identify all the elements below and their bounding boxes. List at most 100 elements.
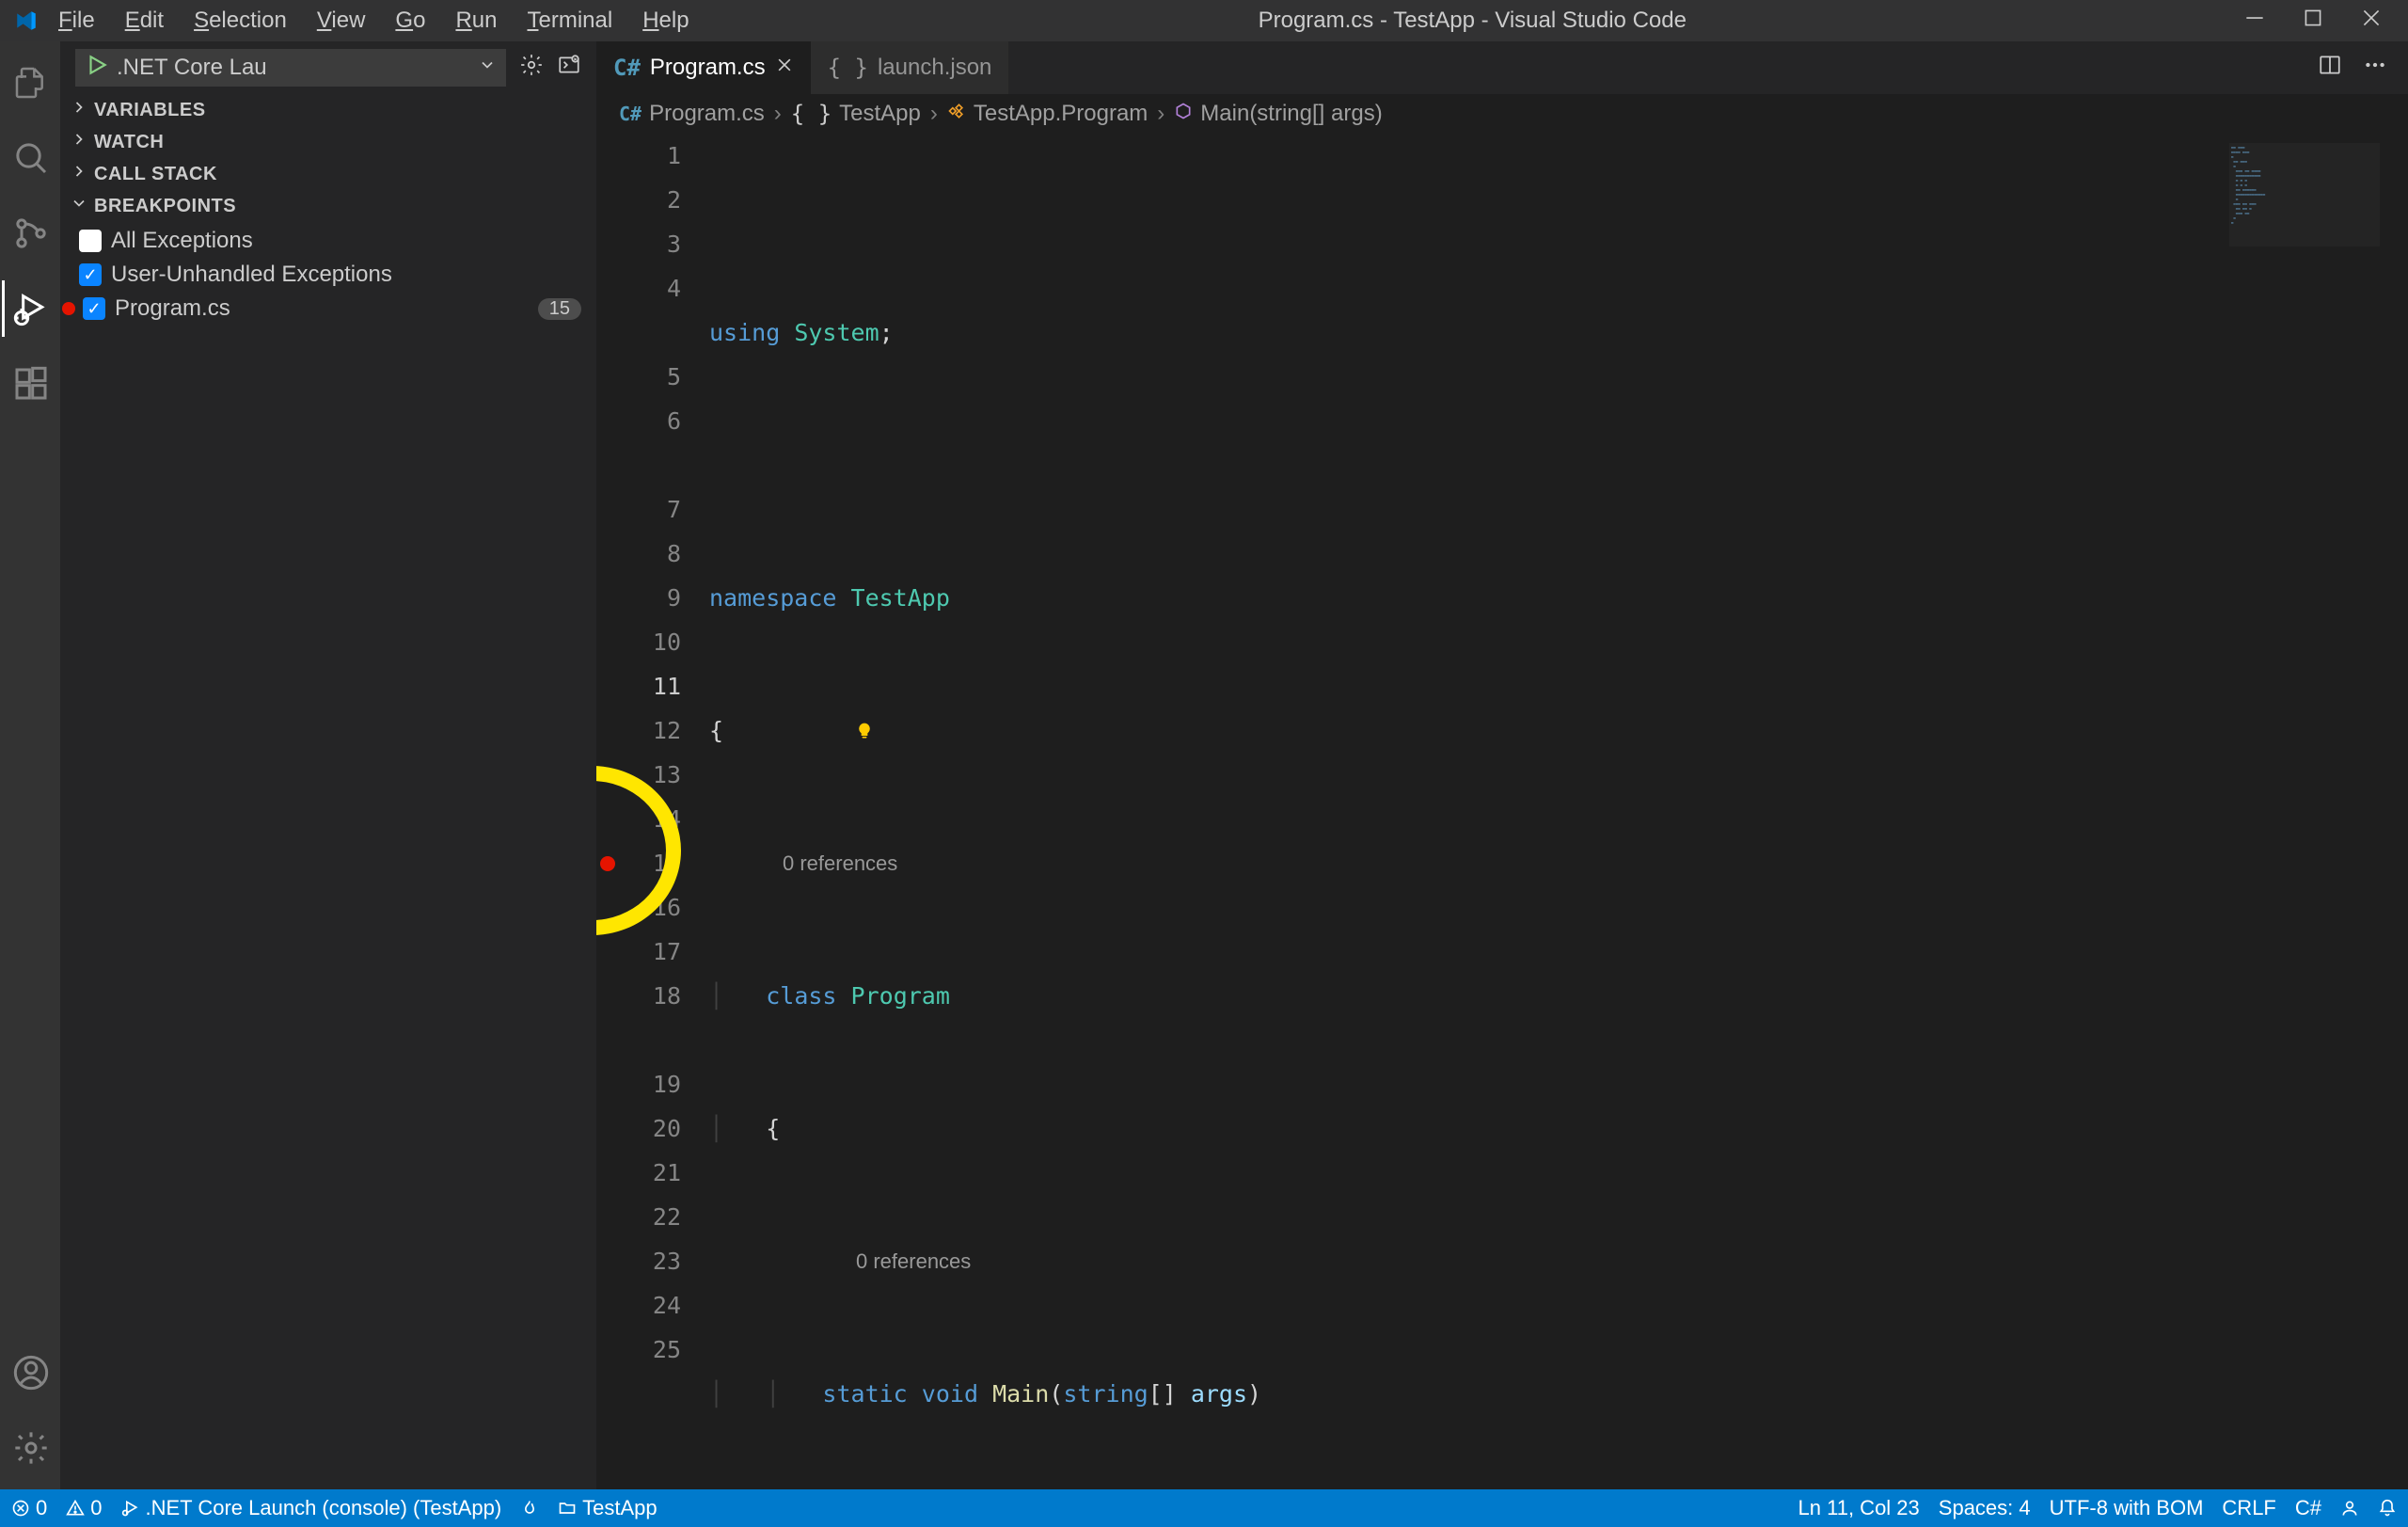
chevron-down-icon: [478, 55, 497, 81]
close-icon[interactable]: [775, 55, 794, 81]
breakpoint-dot-icon[interactable]: [600, 856, 615, 871]
split-editor-icon[interactable]: [2318, 53, 2342, 84]
status-feedback-icon[interactable]: [2340, 1499, 2359, 1518]
breadcrumb-method-label: Main(string[] args): [1200, 101, 1382, 127]
method-icon: [1174, 101, 1193, 127]
debug-config-select[interactable]: .NET Core Lau: [75, 49, 506, 87]
editor-group: C# Program.cs { } launch.json: [596, 41, 2408, 1489]
status-folder-label: TestApp: [582, 1496, 657, 1520]
breakpoint-user-unhandled[interactable]: ✓ User-Unhandled Exceptions: [60, 258, 596, 292]
breadcrumb-file[interactable]: C# Program.cs: [619, 101, 765, 127]
section-breakpoints-label: BREAKPOINTS: [94, 196, 236, 217]
status-flame-icon[interactable]: [520, 1499, 539, 1518]
activity-extensions-icon[interactable]: [2, 359, 60, 408]
codelens-label[interactable]: 0 references: [856, 1239, 971, 1283]
status-warnings[interactable]: 0: [66, 1496, 102, 1520]
debug-console-icon[interactable]: [557, 53, 581, 84]
status-eol[interactable]: CRLF: [2222, 1496, 2275, 1520]
status-cursor[interactable]: Ln 11, Col 23: [1798, 1496, 1920, 1520]
chevron-right-icon: [70, 162, 88, 186]
lightbulb-icon[interactable]: [719, 667, 874, 800]
activity-settings-icon[interactable]: [2, 1424, 60, 1472]
gutter[interactable]: 1 2 3 4 5 6 7 8 9 10 11 12 13 14 15 16 1…: [596, 134, 700, 1489]
activity-source-control-icon[interactable]: [2, 209, 60, 258]
start-debugging-icon: [85, 53, 109, 84]
status-bar: 0 0 .NET Core Launch (console) (TestApp)…: [0, 1489, 2408, 1527]
section-callstack[interactable]: CALL STACK: [60, 158, 596, 190]
vscode-logo-icon: [8, 8, 45, 33]
status-spaces[interactable]: Spaces: 4: [1939, 1496, 2031, 1520]
breadcrumb-file-label: Program.cs: [649, 101, 765, 127]
activity-run-debug-icon[interactable]: [2, 284, 60, 333]
tabs-row: C# Program.cs { } launch.json: [596, 41, 2408, 94]
activity-search-icon[interactable]: [2, 134, 60, 183]
checkbox-checked-icon[interactable]: ✓: [79, 263, 102, 286]
maximize-button[interactable]: [2301, 6, 2325, 37]
menu-help[interactable]: Help: [629, 4, 702, 38]
menu-selection[interactable]: Selection: [181, 4, 300, 38]
menu-go[interactable]: Go: [382, 4, 438, 38]
status-launch-label: .NET Core Launch (console) (TestApp): [146, 1496, 502, 1520]
section-variables-label: VARIABLES: [94, 100, 206, 121]
close-button[interactable]: [2359, 6, 2384, 37]
section-breakpoints[interactable]: BREAKPOINTS: [60, 190, 596, 222]
breakpoint-label: All Exceptions: [111, 228, 253, 254]
codelens-label[interactable]: 0 references: [783, 841, 897, 885]
status-debug-launch[interactable]: .NET Core Launch (console) (TestApp): [121, 1496, 502, 1520]
csharp-file-icon: C#: [613, 55, 641, 81]
minimize-button[interactable]: [2242, 6, 2267, 37]
breakpoint-all-exceptions[interactable]: All Exceptions: [60, 224, 596, 258]
checkbox-checked-icon[interactable]: ✓: [83, 297, 105, 320]
status-warnings-count: 0: [90, 1496, 102, 1520]
section-variables[interactable]: VARIABLES: [60, 94, 596, 126]
t: class: [766, 974, 836, 1018]
t: void: [922, 1372, 978, 1416]
breakpoint-label: User-Unhandled Exceptions: [111, 262, 392, 288]
t: Main: [992, 1372, 1049, 1416]
status-errors[interactable]: 0: [11, 1496, 47, 1520]
code-area[interactable]: using System; namespace TestApp { 0 refe…: [700, 134, 2408, 1489]
chevron-right-icon: [70, 98, 88, 122]
status-language[interactable]: C#: [2295, 1496, 2321, 1520]
activity-accounts-icon[interactable]: [2, 1348, 60, 1397]
menu-view[interactable]: View: [304, 4, 379, 38]
status-notifications-icon[interactable]: [2378, 1499, 2397, 1518]
t: TestApp: [851, 576, 950, 620]
t: namespace: [709, 576, 836, 620]
breadcrumb[interactable]: C# Program.cs › { } TestApp › TestApp.Pr…: [596, 94, 2408, 134]
menu-terminal[interactable]: Terminal: [514, 4, 626, 38]
editor-body[interactable]: 1 2 3 4 5 6 7 8 9 10 11 12 13 14 15 16 1…: [596, 134, 2408, 1489]
menu-bar: File Edit Selection View Go Run Terminal…: [45, 4, 703, 38]
json-file-icon: { }: [828, 55, 868, 81]
checkbox-unchecked-icon[interactable]: [79, 230, 102, 252]
debug-sidebar: .NET Core Lau VARIABLES WATCH CALL STACK: [60, 41, 596, 1489]
breakpoint-line-badge: 15: [538, 298, 581, 320]
t: Program: [851, 974, 950, 1018]
breadcrumb-namespace[interactable]: { } TestApp: [791, 101, 921, 127]
breadcrumb-class[interactable]: TestApp.Program: [947, 101, 1148, 127]
window-title: Program.cs - TestApp - Visual Studio Cod…: [703, 8, 2242, 34]
breakpoint-program-cs[interactable]: ✓ Program.cs 15: [60, 292, 596, 326]
debug-settings-icon[interactable]: [519, 53, 544, 84]
window-controls: [2242, 6, 2400, 37]
tab-program-cs[interactable]: C# Program.cs: [596, 41, 811, 94]
csharp-file-icon: C#: [619, 103, 642, 125]
status-encoding[interactable]: UTF-8 with BOM: [2050, 1496, 2204, 1520]
menu-edit[interactable]: Edit: [112, 4, 177, 38]
status-errors-count: 0: [36, 1496, 47, 1520]
breakpoints-list: All Exceptions ✓ User-Unhandled Exceptio…: [60, 222, 596, 326]
menu-file[interactable]: File: [45, 4, 108, 38]
t: using: [709, 310, 780, 355]
debug-toolbar: .NET Core Lau: [60, 41, 596, 94]
more-actions-icon[interactable]: [2363, 53, 2387, 84]
namespace-icon: { }: [791, 101, 832, 127]
breakpoint-label: Program.cs: [115, 295, 230, 322]
section-watch[interactable]: WATCH: [60, 126, 596, 158]
minimap[interactable]: ▬▬ ▬▬▬▬▬▬▬ ▬▬▬▬ ▬▬ ▬▬▬ ▬ ▬▬▬ ▬▬ ▬▬▬▬ ▬▬▬…: [2229, 143, 2380, 247]
breadcrumb-method[interactable]: Main(string[] args): [1174, 101, 1382, 127]
activity-explorer-icon[interactable]: [2, 58, 60, 107]
section-callstack-label: CALL STACK: [94, 164, 217, 185]
menu-run[interactable]: Run: [442, 4, 510, 38]
status-folder[interactable]: TestApp: [558, 1496, 657, 1520]
tab-launch-json[interactable]: { } launch.json: [811, 41, 1009, 94]
